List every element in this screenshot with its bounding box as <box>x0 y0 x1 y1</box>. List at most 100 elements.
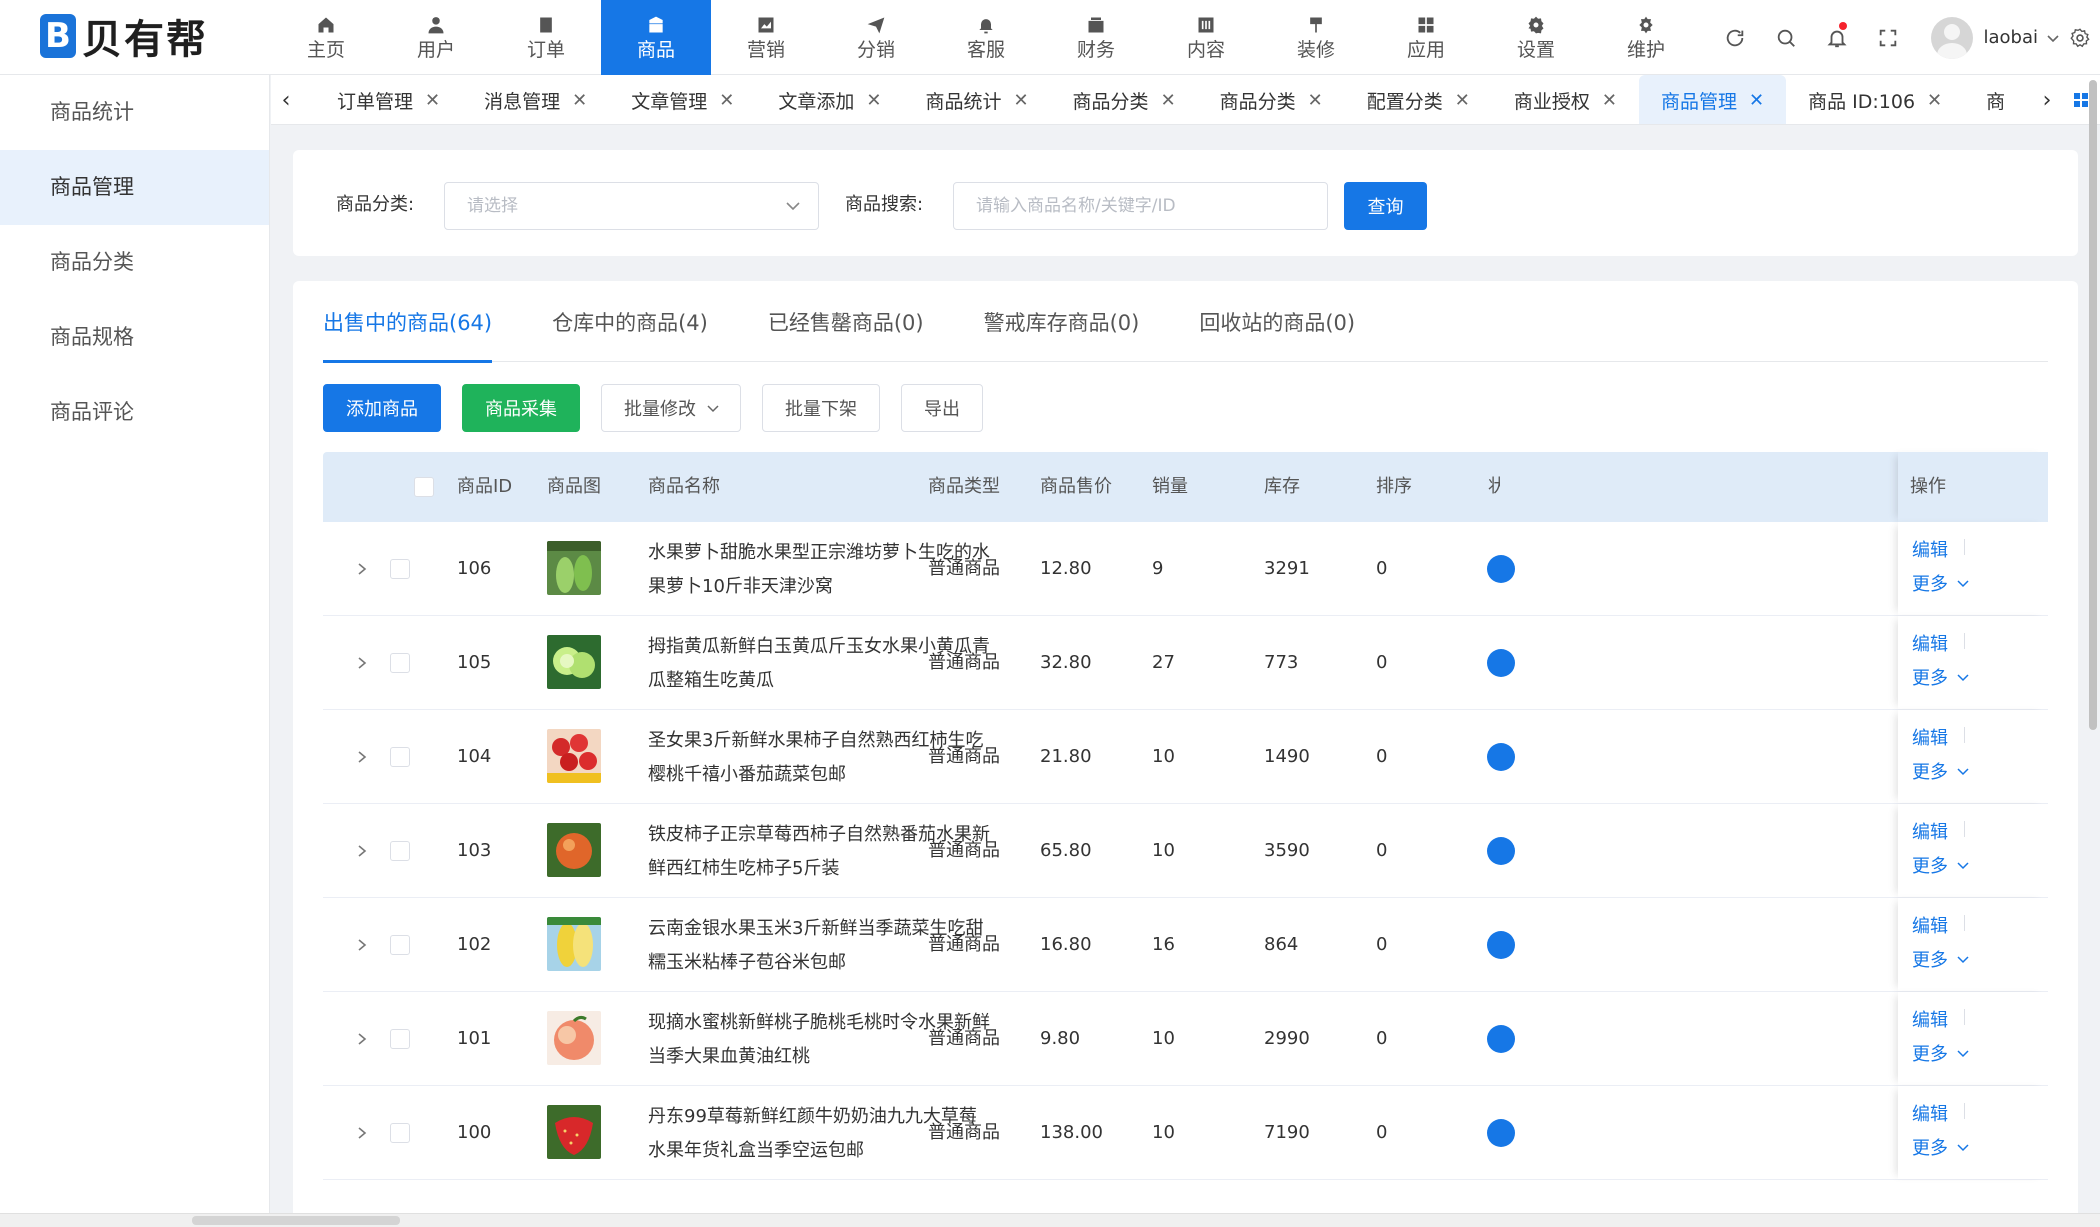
more-dropdown[interactable]: 更多 <box>1912 570 1970 596</box>
category-select[interactable]: 请选择 <box>444 182 819 230</box>
status-tab[interactable]: 已经售罄商品(0) <box>768 281 924 362</box>
close-icon[interactable]: ✕ <box>1749 90 1764 111</box>
table-row[interactable]: 105 拇指黄瓜新鲜白玉黄瓜斤玉女水果小黄瓜青瓜整箱生吃黄瓜 普通商品 32.8… <box>323 616 2048 710</box>
table-row[interactable]: 104 圣女果3斤新鲜水果柿子自然熟西红柿生吃樱桃千禧小番茄蔬菜包邮 普通商品 … <box>323 710 2048 804</box>
row-checkbox[interactable] <box>390 653 410 673</box>
table-row[interactable]: 103 铁皮柿子正宗草莓西柿子自然熟番茄水果新鲜西红柿生吃柿子5斤装 普通商品 … <box>323 804 2048 898</box>
row-checkbox[interactable] <box>390 747 410 767</box>
open-tab[interactable]: 商业授权 ✕ <box>1492 75 1639 124</box>
nav-item-distribution[interactable]: 分销 <box>821 0 931 75</box>
sidebar-item[interactable]: 商品评论 <box>0 375 269 450</box>
open-tab[interactable]: 消息管理 ✕ <box>462 75 609 124</box>
chevron-right-icon[interactable] <box>355 935 369 955</box>
close-icon[interactable]: ✕ <box>719 90 734 111</box>
sidebar-item[interactable]: 商品规格 <box>0 300 269 375</box>
open-tab[interactable]: 商品 ID:106 ✕ <box>1786 75 1964 124</box>
batch-edit-button[interactable]: 批量修改 <box>601 384 741 432</box>
search-icon[interactable] <box>1760 0 1811 75</box>
row-checkbox[interactable] <box>390 1123 410 1143</box>
edit-link[interactable]: 编辑 <box>1912 1100 1948 1126</box>
open-tab[interactable]: 商 <box>1964 75 2027 124</box>
close-icon[interactable]: ✕ <box>425 90 440 111</box>
status-tab[interactable]: 仓库中的商品(4) <box>552 281 708 362</box>
status-toggle[interactable] <box>1487 1119 1515 1147</box>
chevron-right-icon[interactable] <box>355 1123 369 1143</box>
chevron-right-icon[interactable] <box>355 653 369 673</box>
table-row[interactable]: 100 丹东99草莓新鲜红颜牛奶奶油九九大草莓水果年货礼盒当季空运包邮 普通商品… <box>323 1086 2048 1180</box>
add-product-button[interactable]: 添加商品 <box>323 384 441 432</box>
open-tab[interactable]: 文章管理 ✕ <box>609 75 756 124</box>
nav-item-apps[interactable]: 应用 <box>1371 0 1481 75</box>
chevron-right-icon[interactable] <box>355 559 369 579</box>
open-tab[interactable]: 订单管理 ✕ <box>315 75 462 124</box>
refresh-icon[interactable] <box>1709 0 1760 75</box>
nav-item-marketing[interactable]: 营销 <box>711 0 821 75</box>
nav-item-settings[interactable]: 设置 <box>1481 0 1591 75</box>
status-tab[interactable]: 警戒库存商品(0) <box>984 281 1140 362</box>
edit-link[interactable]: 编辑 <box>1912 536 1948 562</box>
open-tab[interactable]: 文章添加 ✕ <box>756 75 903 124</box>
row-checkbox[interactable] <box>390 1029 410 1049</box>
close-icon[interactable]: ✕ <box>572 90 587 111</box>
edit-link[interactable]: 编辑 <box>1912 912 1948 938</box>
user-menu[interactable]: laobai <box>1931 16 2060 59</box>
table-row[interactable]: 102 云南金银水果玉米3斤新鲜当季蔬菜生吃甜糯玉米粘棒子苞谷米包邮 普通商品 … <box>323 898 2048 992</box>
nav-item-service[interactable]: 客服 <box>931 0 1041 75</box>
open-tab[interactable]: 商品分类 ✕ <box>1198 75 1345 124</box>
more-dropdown[interactable]: 更多 <box>1912 758 1970 784</box>
close-icon[interactable]: ✕ <box>1455 90 1470 111</box>
table-row[interactable]: 101 现摘水蜜桃新鲜桃子脆桃毛桃时令水果新鲜当季大果血黄油红桃 普通商品 9.… <box>323 992 2048 1086</box>
sidebar-item[interactable]: 商品管理 <box>0 150 269 225</box>
nav-item-order[interactable]: 订单 <box>491 0 601 75</box>
chevron-right-icon[interactable] <box>355 1029 369 1049</box>
horizontal-scrollbar[interactable] <box>0 1213 2100 1227</box>
row-checkbox[interactable] <box>390 559 410 579</box>
status-toggle[interactable] <box>1487 931 1515 959</box>
edit-link[interactable]: 编辑 <box>1912 630 1948 656</box>
gear-icon[interactable] <box>2060 0 2100 75</box>
collect-product-button[interactable]: 商品采集 <box>462 384 580 432</box>
chevron-right-icon[interactable] <box>355 747 369 767</box>
status-toggle[interactable] <box>1487 743 1515 771</box>
chevron-right-icon[interactable] <box>355 841 369 861</box>
more-dropdown[interactable]: 更多 <box>1912 1134 1970 1160</box>
close-icon[interactable]: ✕ <box>1013 90 1028 111</box>
select-all-checkbox[interactable] <box>414 477 434 497</box>
table-row[interactable]: 106 水果萝卜甜脆水果型正宗潍坊萝卜生吃的水果萝卜10斤非天津沙窝 普通商品 … <box>323 522 2048 616</box>
status-toggle[interactable] <box>1487 1025 1515 1053</box>
nav-item-maintenance[interactable]: 维护 <box>1591 0 1701 75</box>
more-dropdown[interactable]: 更多 <box>1912 946 1970 972</box>
edit-link[interactable]: 编辑 <box>1912 818 1948 844</box>
status-tab[interactable]: 回收站的商品(0) <box>1199 281 1355 362</box>
open-tab[interactable]: 配置分类 ✕ <box>1345 75 1492 124</box>
row-checkbox[interactable] <box>390 935 410 955</box>
sidebar-item[interactable]: 商品统计 <box>0 75 269 150</box>
status-toggle[interactable] <box>1487 649 1515 677</box>
status-tab[interactable]: 出售中的商品(64) <box>323 281 493 363</box>
vertical-scrollbar[interactable] <box>2089 80 2097 730</box>
nav-item-finance[interactable]: 财务 <box>1041 0 1151 75</box>
tabs-scroll-right-icon[interactable]: › <box>2032 75 2062 124</box>
batch-offshelf-button[interactable]: 批量下架 <box>762 384 880 432</box>
close-icon[interactable]: ✕ <box>1308 90 1323 111</box>
nav-item-content[interactable]: 内容 <box>1151 0 1261 75</box>
more-dropdown[interactable]: 更多 <box>1912 664 1970 690</box>
edit-link[interactable]: 编辑 <box>1912 1006 1948 1032</box>
nav-item-home[interactable]: 主页 <box>271 0 381 75</box>
nav-item-decoration[interactable]: 装修 <box>1261 0 1371 75</box>
horizontal-scroll-thumb[interactable] <box>192 1216 400 1225</box>
status-toggle[interactable] <box>1487 837 1515 865</box>
search-input[interactable] <box>953 182 1328 230</box>
fullscreen-icon[interactable] <box>1862 0 1913 75</box>
close-icon[interactable]: ✕ <box>866 90 881 111</box>
export-button[interactable]: 导出 <box>901 384 983 432</box>
brand-logo[interactable]: B 贝有帮 <box>40 12 208 63</box>
bell-icon[interactable] <box>1811 0 1862 75</box>
edit-link[interactable]: 编辑 <box>1912 724 1948 750</box>
close-icon[interactable]: ✕ <box>1927 90 1942 111</box>
status-toggle[interactable] <box>1487 555 1515 583</box>
query-button[interactable]: 查询 <box>1344 182 1427 230</box>
close-icon[interactable]: ✕ <box>1602 90 1617 111</box>
open-tab[interactable]: 商品分类 ✕ <box>1051 75 1198 124</box>
open-tab[interactable]: 商品管理 ✕ <box>1638 75 1787 124</box>
